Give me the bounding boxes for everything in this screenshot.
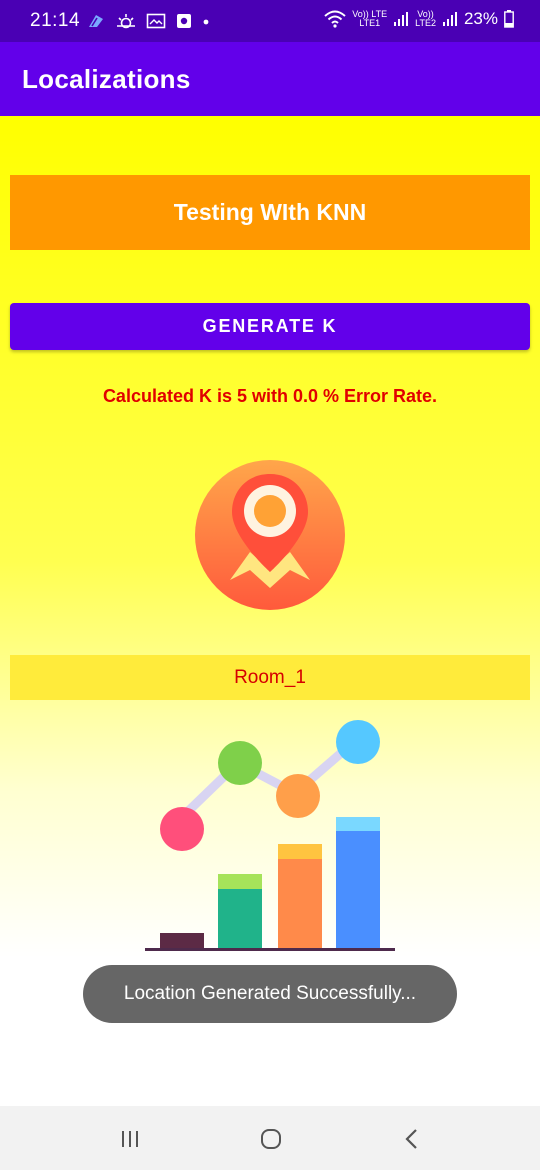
- home-button[interactable]: [256, 1124, 286, 1154]
- generate-k-button[interactable]: GENERATE K: [10, 303, 530, 350]
- toast-message: Location Generated Successfully...: [83, 965, 457, 1023]
- result-text: Calculated K is 5 with 0.0 % Error Rate.: [102, 386, 438, 406]
- status-bar: 21:14 Vo)) LTE LTE1 Vo)) LTE2 23%: [0, 0, 540, 42]
- wifi-icon: [324, 10, 346, 28]
- map-pin-icon: [195, 460, 345, 610]
- back-button[interactable]: [397, 1124, 427, 1154]
- sim1-label-bottom: LTE1: [359, 18, 381, 28]
- sim2-network-label: Vo)) LTE2: [415, 10, 436, 28]
- recent-apps-icon: [122, 1131, 138, 1147]
- more-notifications-icon: [203, 19, 209, 25]
- gallery-icon: [146, 13, 166, 29]
- room-label: Room_1: [10, 655, 530, 700]
- notification-icons: [86, 11, 210, 31]
- bar-4: [336, 817, 380, 948]
- bar-2: [218, 874, 262, 948]
- signal-icon: [442, 12, 457, 26]
- back-icon: [405, 1129, 417, 1149]
- media-icon: [177, 14, 191, 28]
- system-status-icons: Vo)) LTE LTE1 Vo)) LTE2 23%: [324, 9, 514, 29]
- main-content: Testing WIth KNN GENERATE K Calculated K…: [0, 116, 540, 1106]
- battery-percent: 23%: [463, 9, 498, 28]
- app-bar: Localizations: [0, 42, 540, 116]
- navigation-bar: [0, 1106, 540, 1170]
- bar-3: [278, 844, 322, 948]
- battery-icon: [504, 10, 514, 28]
- bar-chart-icon: [145, 720, 395, 951]
- app-notification-icon: [89, 15, 103, 27]
- recent-apps-button[interactable]: [115, 1124, 145, 1154]
- status-time: 21:14: [30, 10, 81, 31]
- page-title: Testing WIth KNN: [10, 175, 530, 250]
- weather-icon: [117, 14, 135, 29]
- home-icon: [261, 1129, 281, 1149]
- app-title: Localizations: [22, 64, 191, 94]
- sim2-label-bottom: LTE2: [415, 18, 436, 28]
- signal-icon: [394, 12, 409, 26]
- sim1-network-label: Vo)) LTE LTE1: [352, 10, 387, 28]
